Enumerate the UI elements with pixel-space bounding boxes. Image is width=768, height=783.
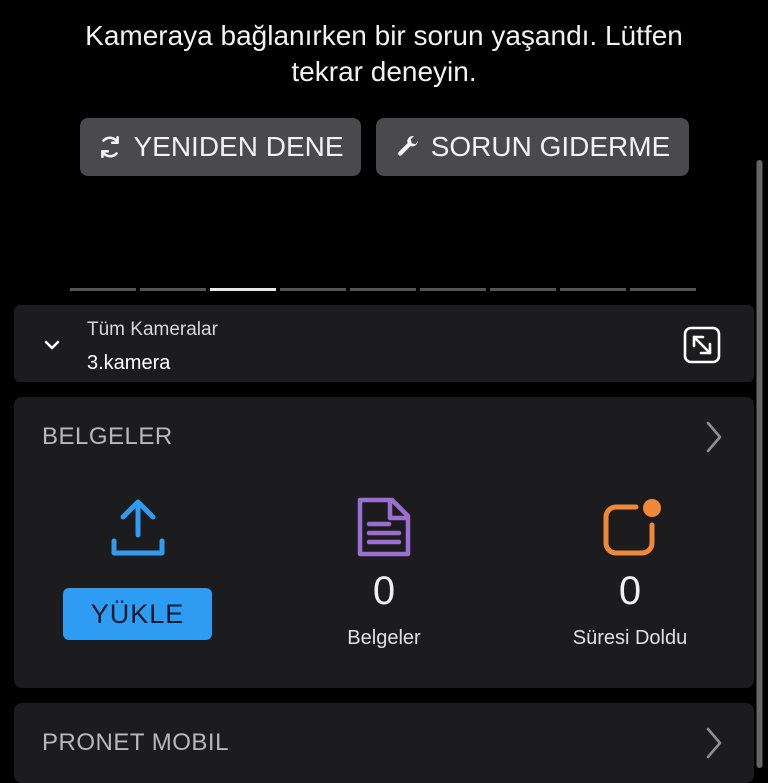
expired-label: Süresi Doldu (572, 627, 688, 649)
pronet-mobil-card[interactable]: PRONET MOBIL (14, 703, 754, 783)
retry-icon (101, 135, 120, 159)
documents-label: Belgeler (347, 627, 421, 649)
wrench-icon (397, 136, 418, 156)
camera-selector[interactable]: Tüm Kameralar 3.kamera (14, 305, 754, 382)
pager-dot[interactable] (420, 288, 486, 291)
pager-dot-active[interactable] (210, 288, 276, 291)
camera-group-label: Tüm Kameralar (87, 319, 218, 340)
troubleshoot-button[interactable]: SORUN GIDERME (376, 118, 689, 176)
scrollbar-thumb[interactable] (757, 160, 762, 768)
expired-icon[interactable] (602, 497, 666, 557)
pager-dot[interactable] (280, 288, 346, 291)
error-message-line-2: tekrar deneyin. (291, 56, 477, 87)
scrollbar[interactable] (756, 160, 763, 768)
pager-dot[interactable] (490, 288, 556, 291)
expired-count: 0 (618, 569, 642, 613)
pager-dot[interactable] (140, 288, 206, 291)
retry-button[interactable]: YENIDEN DENE (80, 118, 361, 176)
pager-dot[interactable] (560, 288, 626, 291)
pager-dot[interactable] (350, 288, 416, 291)
pronet-mobil-title: PRONET MOBIL (42, 729, 229, 756)
camera-pager[interactable] (70, 288, 696, 291)
documents-count: 0 (372, 569, 396, 613)
error-message-line-1: Kameraya bağlanırken bir sorun yaşandı. … (85, 20, 683, 51)
upload-button[interactable]: YÜKLE (63, 588, 212, 640)
document-icon[interactable] (357, 497, 411, 557)
selected-camera-name: 3.kamera (87, 352, 171, 374)
error-message: Kameraya bağlanırken bir sorun yaşandı. … (0, 18, 768, 90)
pager-dot[interactable] (630, 288, 696, 291)
chevron-right-icon[interactable] (702, 419, 726, 455)
troubleshoot-label: SORUN GIDERME (430, 131, 671, 162)
upload-icon[interactable] (109, 497, 167, 557)
pager-dot[interactable] (70, 288, 136, 291)
expand-icon[interactable] (682, 325, 722, 365)
chevron-right-icon[interactable] (702, 725, 726, 761)
chevron-down-icon[interactable] (40, 333, 64, 357)
documents-title: BELGELER (42, 423, 173, 450)
retry-label: YENIDEN DENE (133, 131, 344, 162)
documents-card: BELGELER YÜKLE 0 Belgeler 0 Süresi Doldu (14, 397, 754, 688)
